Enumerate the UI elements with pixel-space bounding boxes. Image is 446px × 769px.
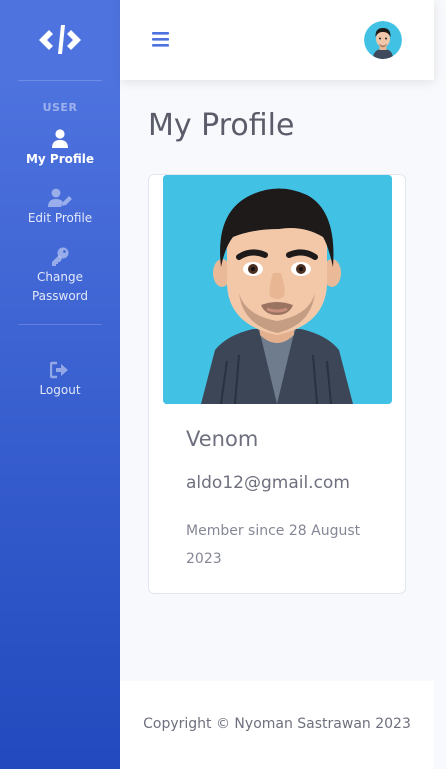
profile-name: Venom [186,427,259,451]
sidebar-item-edit-profile[interactable]: Edit Profile [0,187,120,228]
page-title: My Profile [148,108,295,143]
page-edge [434,0,446,769]
profile-card: Venom aldo12@gmail.com Member since 28 A… [148,174,406,594]
sidebar-item-logout[interactable]: Logout [0,359,120,400]
profile-photo [163,175,392,404]
logout-icon [50,359,70,381]
main-content: My Profile Venom aldo12@gmail.com Member… [120,80,434,681]
sidebar-heading: USER [42,101,78,114]
sidebar-item-label: My Profile [25,152,95,166]
brand-logo[interactable] [0,0,120,80]
copyright-text: Copyright © Nyoman Sastrawan 2023 [143,716,411,732]
sidebar-item-label: Change Password [31,270,89,303]
user-edit-icon [48,187,72,209]
sidebar-item-label: Logout [39,383,81,397]
user-icon [51,128,69,150]
profile-email: aldo12@gmail.com [186,473,350,493]
hamburger-icon[interactable] [152,30,169,48]
key-icon [50,246,70,268]
avatar[interactable] [364,21,402,59]
sidebar-item-my-profile[interactable]: My Profile [0,128,120,169]
sidebar-divider [18,324,102,325]
footer: Copyright © Nyoman Sastrawan 2023 [120,681,434,769]
topbar [120,0,434,80]
member-since: Member since 28 August 2023 [186,523,361,567]
sidebar-item-label: Edit Profile [27,211,93,225]
sidebar: USER My Profile Edit Profile Change Pass… [0,0,120,769]
sidebar-item-change-password[interactable]: Change Password [0,246,120,306]
sidebar-divider [18,80,102,81]
code-icon [39,25,81,54]
